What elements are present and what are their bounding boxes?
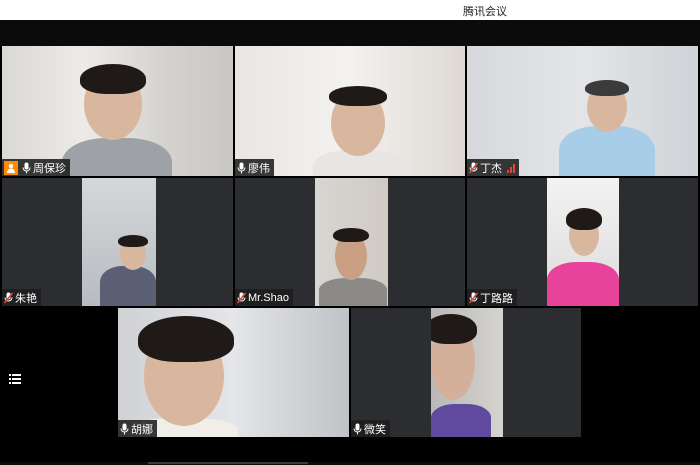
participant-tile[interactable]: 胡娜 (118, 308, 349, 437)
participant-name: 朱艳 (15, 292, 37, 305)
scrollbar-thumb[interactable] (148, 462, 308, 464)
participant-video (82, 178, 156, 306)
participant-nametag: 丁路路 (467, 289, 517, 306)
participant-tile[interactable]: 丁路路 (467, 178, 698, 306)
participant-nametag: 朱艳 (2, 289, 41, 306)
participant-nametag: 胡娜 (118, 420, 157, 437)
participant-name: 丁杰 (480, 162, 502, 175)
host-person-icon (4, 160, 18, 175)
microphone-icon (353, 423, 362, 434)
participant-name: Mr.Shao (248, 291, 289, 304)
microphone-muted-icon (237, 292, 246, 303)
participant-nametag: 周保珍 (2, 159, 70, 176)
participant-nametag: 丁杰 (467, 159, 519, 176)
participant-name: 廖伟 (248, 162, 270, 175)
title-bar: 腾讯会议 (0, 0, 700, 21)
video-grid: 周保珍 廖伟 丁杰 朱艳 Mr.Shao 丁路路 胡娜 微笑 (0, 20, 700, 465)
participant-video (431, 308, 503, 437)
microphone-icon (120, 423, 129, 434)
signal-bars-icon (507, 163, 515, 173)
microphone-muted-icon (469, 292, 478, 303)
participant-video (118, 308, 349, 437)
participant-tile[interactable]: 微笑 (351, 308, 581, 437)
participant-video (235, 46, 465, 176)
top-band (0, 20, 700, 46)
participant-video (2, 46, 233, 176)
participant-nametag: Mr.Shao (235, 289, 293, 306)
participant-video (547, 178, 619, 306)
participant-name: 丁路路 (480, 292, 513, 305)
microphone-muted-icon (4, 292, 13, 303)
microphone-muted-icon (469, 162, 478, 173)
participant-video (315, 178, 388, 306)
participant-nametag: 廖伟 (235, 159, 274, 176)
participant-tile[interactable]: 周保珍 (2, 46, 233, 176)
microphone-icon (237, 162, 246, 173)
list-icon[interactable] (9, 374, 21, 384)
participant-tile[interactable]: 朱艳 (2, 178, 233, 306)
window-title: 腾讯会议 (463, 6, 507, 18)
participant-video (467, 46, 698, 176)
microphone-icon (22, 162, 31, 173)
participant-tile[interactable]: 丁杰 (467, 46, 698, 176)
participant-nametag: 微笑 (351, 420, 390, 437)
participant-tile[interactable]: 廖伟 (235, 46, 465, 176)
participant-name: 胡娜 (131, 423, 153, 436)
participant-name: 微笑 (364, 423, 386, 436)
participant-name: 周保珍 (33, 162, 66, 175)
participant-tile[interactable]: Mr.Shao (235, 178, 465, 306)
